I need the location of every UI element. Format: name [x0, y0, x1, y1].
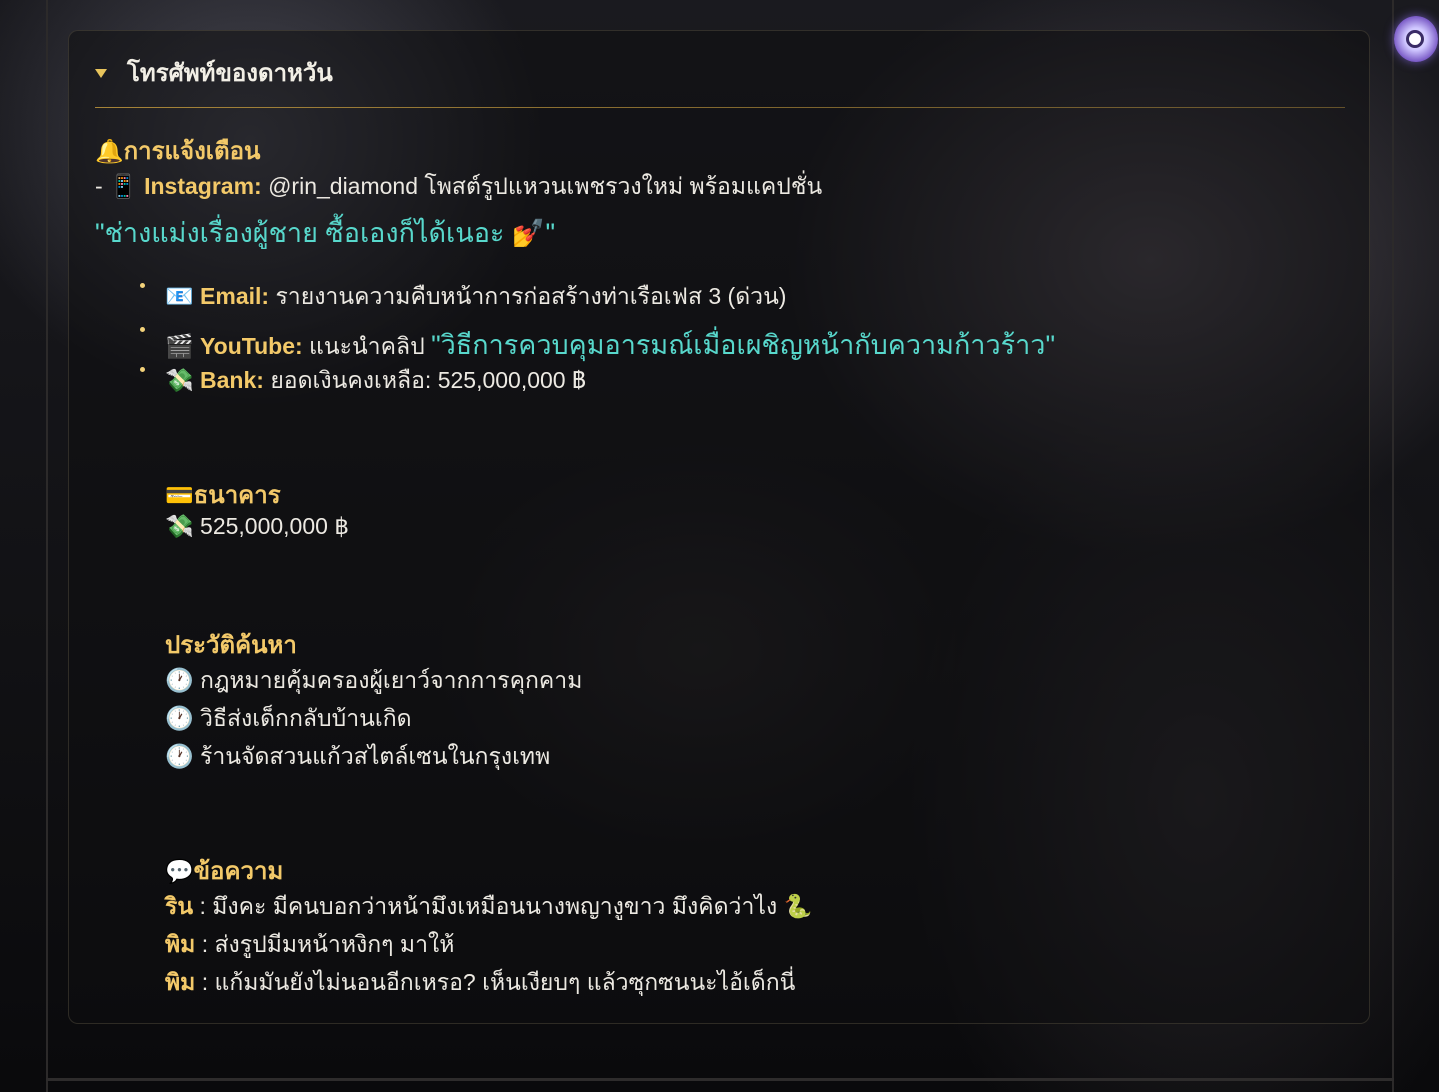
money-wings-icon: 💸	[165, 514, 194, 540]
bank-text: ยอดเงินคงเหลือ: 525,000,000 ฿	[270, 367, 587, 393]
phone-details-panel: โทรศัพท์ของดาหวัน 🔔การแจ้งเตือน - 📱 Inst…	[68, 30, 1370, 1024]
message-separator: :	[193, 893, 213, 919]
bullet	[140, 327, 145, 332]
message-separator: :	[195, 969, 215, 995]
message-sender: พิม	[165, 931, 196, 957]
notifications-heading: 🔔การแจ้งเตือน	[95, 131, 260, 170]
frame-left-border	[46, 0, 48, 1092]
title-divider	[95, 107, 1345, 108]
list-dash: -	[95, 173, 103, 199]
floating-avatar-button[interactable]	[1394, 16, 1438, 62]
bank-notification[interactable]: 💸 Bank: ยอดเงินคงเหลือ: 525,000,000 ฿	[165, 363, 586, 399]
mobile-phone-icon: 📱	[109, 174, 138, 200]
history-item[interactable]: 🕐 กฎหมายคุ้มครองผู้เยาว์จากการคุกคาม	[165, 663, 582, 699]
message-text: มึงคะ มีคนบอกว่าหน้ามึงเหมือนนางพญางูขาว…	[212, 893, 813, 919]
youtube-clip-title[interactable]: "วิธีการควบคุมอารมณ์เมื่อเผชิญหน้ากับควา…	[431, 330, 1055, 360]
clock-icon: 🕐	[165, 668, 194, 694]
bank-balance-value: 525,000,000 ฿	[200, 513, 349, 539]
instagram-notification[interactable]: - 📱 Instagram: @rin_diamond โพสต์รูปแหวน…	[95, 169, 822, 205]
bank-balance: 💸 525,000,000 ฿	[165, 513, 349, 540]
caret-down-icon	[95, 69, 107, 78]
message-item[interactable]: พิม : แก้มมันยังไม่นอนอีกเหรอ? เห็นเงียบ…	[165, 965, 795, 1001]
bank-heading-text: ธนาคาร	[193, 482, 281, 509]
message-separator: :	[195, 931, 215, 957]
youtube-text: แนะนำคลิป	[309, 333, 425, 359]
bank-label: Bank:	[200, 367, 264, 393]
email-label: Email:	[200, 283, 270, 309]
bullet	[140, 367, 145, 372]
history-item[interactable]: 🕐 วิธีส่งเด็กกลับบ้านเกิด	[165, 701, 412, 737]
instagram-caption: "ช่างแม่งเรื่องผู้ชาย ซื้อเองก็ได้เนอะ 💅…	[95, 218, 556, 248]
message-sender: พิม	[165, 969, 196, 995]
email-text: รายงานความคืบหน้าการก่อสร้างท่าเรือเฟส 3…	[275, 283, 787, 309]
notifications-heading-text: การแจ้งเตือน	[123, 138, 261, 165]
history-heading: ประวัติค้นหา	[165, 632, 297, 659]
message-text: แก้มมันยังไม่นอนอีกเหรอ? เห็นเงียบๆ แล้ว…	[214, 969, 796, 995]
frame-bottom-border	[46, 1078, 1394, 1081]
speech-bubble-icon: 💬	[165, 859, 194, 885]
bell-icon: 🔔	[95, 139, 124, 165]
money-wings-icon: 💸	[165, 368, 194, 394]
message-sender: ริน	[165, 893, 194, 919]
message-item[interactable]: ริน : มึงคะ มีคนบอกว่าหน้ามึงเหมือนนางพญ…	[165, 889, 812, 925]
history-item-text: กฎหมายคุ้มครองผู้เยาว์จากการคุกคาม	[200, 667, 583, 693]
bank-heading: 💳ธนาคาร	[165, 475, 281, 514]
instagram-text: @rin_diamond โพสต์รูปแหวนเพชรวงใหม่ พร้อ…	[268, 173, 823, 199]
credit-card-icon: 💳	[165, 483, 194, 509]
instagram-label: Instagram:	[144, 173, 262, 199]
history-item-text: วิธีส่งเด็กกลับบ้านเกิด	[200, 705, 412, 731]
bullet	[140, 283, 145, 288]
panel-toggle[interactable]: โทรศัพท์ของดาหวัน	[95, 53, 333, 92]
clapperboard-icon: 🎬	[165, 334, 194, 360]
clock-icon: 🕐	[165, 744, 194, 770]
messages-heading: 💬ข้อความ	[165, 851, 283, 890]
message-text: ส่งรูปมีมหน้าหงิกๆ มาให้	[214, 931, 455, 957]
youtube-notification[interactable]: 🎬 YouTube: แนะนำคลิป "วิธีการควบคุมอารมณ…	[165, 323, 1055, 366]
messages-heading-text: ข้อความ	[193, 858, 284, 885]
email-notification[interactable]: 📧 Email: รายงานความคืบหน้าการก่อสร้างท่า…	[165, 279, 786, 315]
clock-icon: 🕐	[165, 706, 194, 732]
email-icon: 📧	[165, 284, 194, 310]
panel-title: โทรศัพท์ของดาหวัน	[127, 60, 333, 87]
eye-icon	[1406, 30, 1424, 48]
history-item-text: ร้านจัดสวนแก้วสไตล์เซนในกรุงเทพ	[200, 743, 551, 769]
history-item[interactable]: 🕐 ร้านจัดสวนแก้วสไตล์เซนในกรุงเทพ	[165, 739, 550, 775]
youtube-label: YouTube:	[200, 333, 303, 359]
message-item[interactable]: พิม : ส่งรูปมีมหน้าหงิกๆ มาให้	[165, 927, 454, 963]
frame-right-border	[1392, 0, 1394, 1092]
